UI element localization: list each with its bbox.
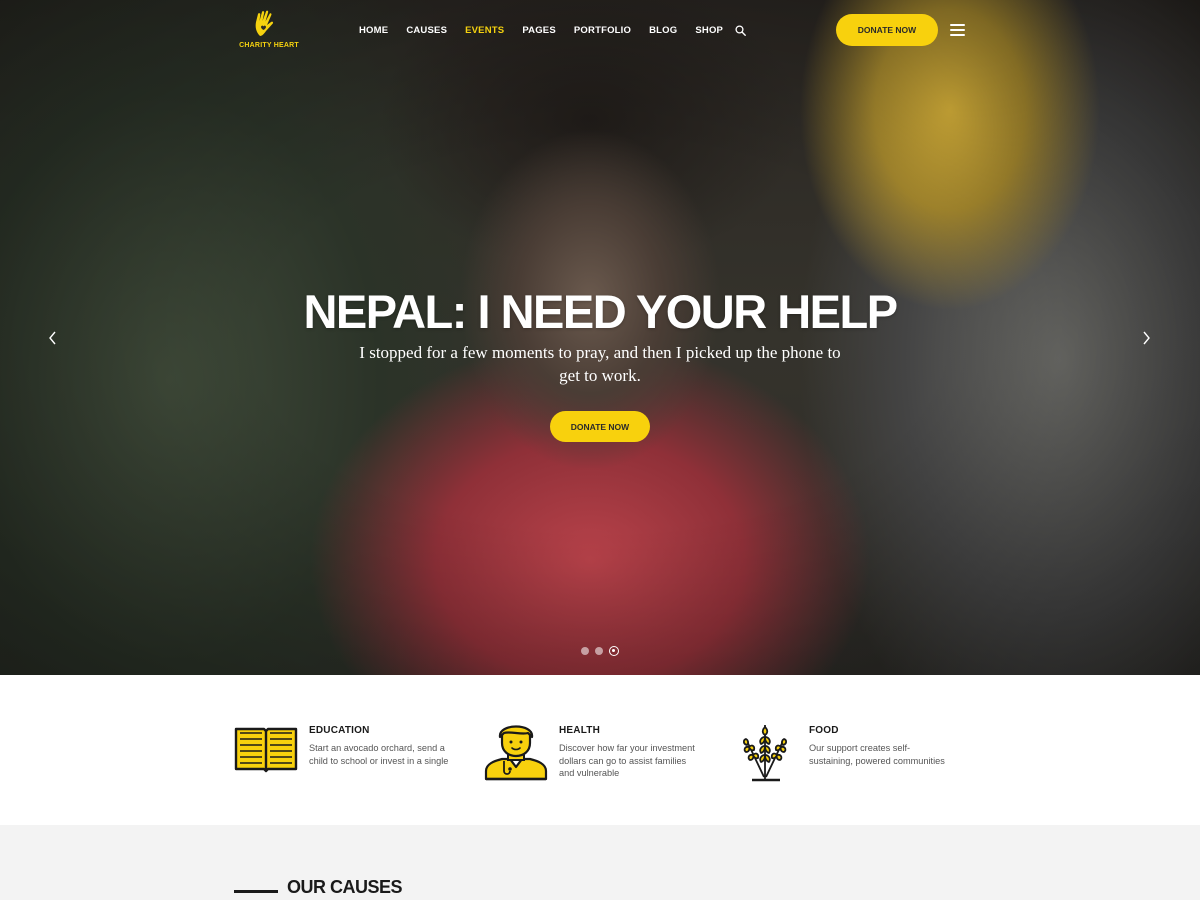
feature-food: FOOD Our support creates self-sustaining…	[734, 719, 951, 783]
feature-title: HEALTH	[559, 725, 601, 736]
hero-donate-button[interactable]: DONATE NOW	[550, 411, 650, 442]
feature-title: FOOD	[809, 725, 839, 736]
nav-item-events[interactable]: EVENTS	[465, 25, 504, 36]
section-divider	[234, 890, 278, 893]
search-icon[interactable]	[735, 25, 746, 36]
chevron-right-icon[interactable]	[1140, 329, 1152, 352]
nav-item-home[interactable]: HOME	[359, 25, 388, 36]
nav-item-pages[interactable]: PAGES	[522, 25, 556, 36]
nav-item-shop[interactable]: SHOP	[695, 25, 723, 36]
hamburger-icon[interactable]	[950, 24, 965, 36]
feature-education: EDUCATION Start an avocado orchard, send…	[234, 719, 451, 783]
slider-dot-3[interactable]	[609, 646, 619, 656]
section-title: OUR CAUSES	[287, 877, 403, 897]
wheat-icon	[734, 719, 798, 783]
logo-text: CHARITY HEART	[239, 42, 299, 49]
features-section: EDUCATION Start an avocado orchard, send…	[0, 675, 1200, 825]
hero-subtitle: I stopped for a few moments to pray, and…	[359, 343, 841, 385]
feature-health: HEALTH Discover how far your investment …	[484, 719, 701, 783]
feature-title: EDUCATION	[309, 725, 370, 736]
logo[interactable]: CHARITY HEART	[238, 10, 300, 49]
book-icon	[234, 719, 298, 783]
nav-item-blog[interactable]: BLOG	[649, 25, 677, 36]
donate-now-button[interactable]: DONATE NOW	[836, 14, 938, 46]
causes-section: OUR CAUSES	[0, 825, 1200, 900]
slider-dots	[581, 646, 619, 656]
nav-item-portfolio[interactable]: PORTFOLIO	[574, 25, 631, 36]
slider-dot-2[interactable]	[595, 647, 603, 655]
main-nav: HOME CAUSES EVENTS PAGES PORTFOLIO BLOG …	[359, 25, 746, 36]
hand-heart-icon	[255, 10, 274, 36]
doctor-icon	[484, 719, 548, 783]
feature-text: Our support creates self-sustaining, pow…	[809, 743, 945, 766]
nav-item-causes[interactable]: CAUSES	[406, 25, 447, 36]
chevron-left-icon[interactable]	[47, 329, 59, 352]
feature-text: Start an avocado orchard, send a child t…	[309, 743, 449, 766]
slider-dot-1[interactable]	[581, 647, 589, 655]
feature-text: Discover how far your investment dollars…	[559, 743, 695, 778]
hero-title: NEPAL: I NEED YOUR HELP	[303, 285, 898, 338]
